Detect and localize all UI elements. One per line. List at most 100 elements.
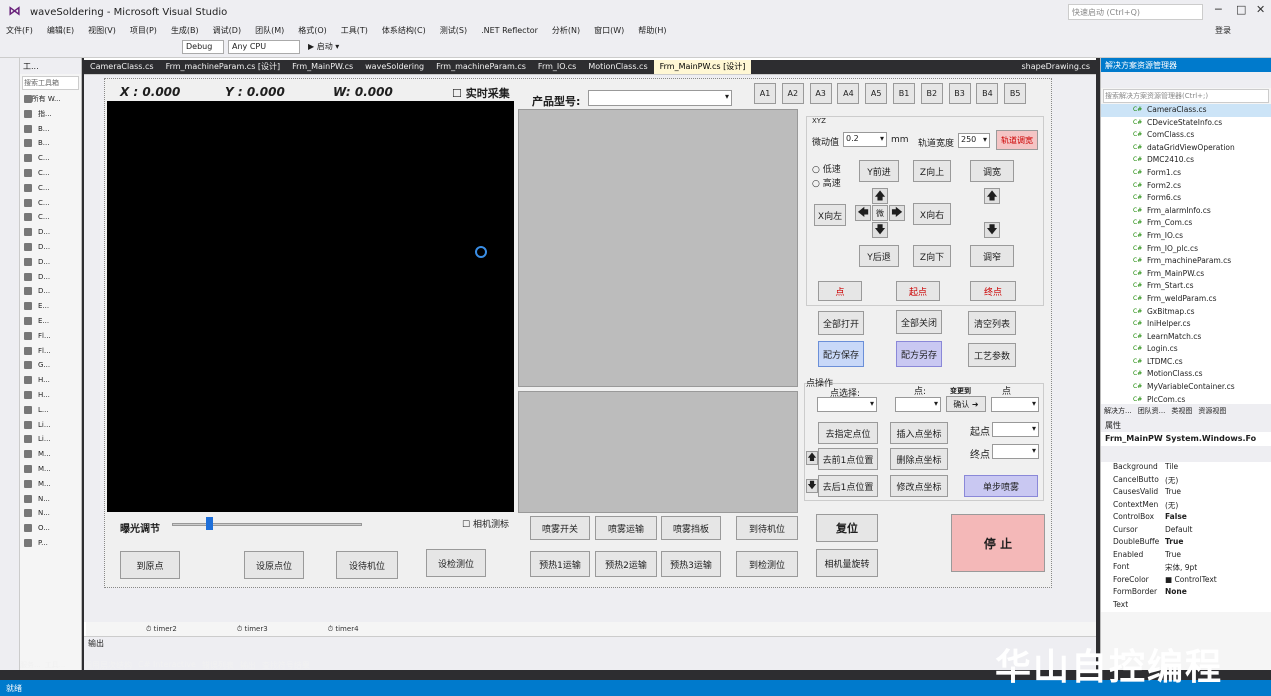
solution-file-item[interactable]: CDeviceStateInfo.cs bbox=[1101, 117, 1271, 130]
toolbox-item[interactable]: 指... bbox=[20, 107, 81, 122]
toolbox-item[interactable]: D... bbox=[20, 225, 81, 240]
toolbox-item[interactable]: H... bbox=[20, 373, 81, 388]
toolbox-item[interactable]: H... bbox=[20, 388, 81, 403]
property-value[interactable]: (无) bbox=[1165, 500, 1271, 513]
point-select-combo[interactable] bbox=[817, 397, 877, 412]
menu-item[interactable]: 格式(O) bbox=[298, 24, 327, 38]
property-row[interactable]: DoubleBuffe True bbox=[1101, 537, 1271, 550]
x-left-button[interactable]: X向左 bbox=[814, 204, 846, 226]
down-arrow-icon[interactable]: 🡇 bbox=[806, 479, 818, 493]
ab-select-button[interactable]: B4 bbox=[976, 83, 999, 104]
toolbox-item[interactable]: Li... bbox=[20, 432, 81, 447]
narrow-arrow-down-icon[interactable]: 🡇 bbox=[984, 222, 1000, 238]
property-value[interactable]: None bbox=[1165, 587, 1271, 600]
end-point-button[interactable]: 终点 bbox=[970, 281, 1016, 301]
toolbox-item[interactable]: N... bbox=[20, 492, 81, 507]
maximize-icon[interactable]: □ bbox=[1236, 3, 1246, 16]
property-row[interactable]: CausesValid True bbox=[1101, 487, 1271, 500]
ab-select-button[interactable]: A3 bbox=[809, 83, 832, 104]
bottom-tab[interactable]: 输出 bbox=[240, 660, 256, 672]
property-value[interactable]: ■ ControlText bbox=[1165, 575, 1271, 588]
toolbox-item[interactable]: D... bbox=[20, 284, 81, 299]
property-value[interactable]: True bbox=[1165, 537, 1271, 550]
toolbox-item[interactable]: M... bbox=[20, 462, 81, 477]
solution-file-item[interactable]: Frm_machineParam.cs bbox=[1101, 255, 1271, 268]
product-combo[interactable] bbox=[588, 90, 732, 106]
toolbox-item[interactable]: D... bbox=[20, 270, 81, 285]
document-tab[interactable]: MotionClass.cs bbox=[582, 60, 653, 74]
exposure-slider-thumb[interactable] bbox=[206, 517, 213, 530]
solution-file-item[interactable]: Frm_Start.cs bbox=[1101, 280, 1271, 293]
solution-file-item[interactable]: MyVariableContainer.cs bbox=[1101, 381, 1271, 394]
toolbox-item[interactable]: E... bbox=[20, 299, 81, 314]
toolbox-item[interactable]: B... bbox=[20, 136, 81, 151]
bottom-tab[interactable]: 查找符号结果 bbox=[262, 660, 310, 672]
property-row[interactable]: ForeColor ■ ControlText bbox=[1101, 574, 1271, 588]
menu-item[interactable]: 分析(N) bbox=[552, 24, 580, 38]
solution-file-item[interactable]: ComClass.cs bbox=[1101, 129, 1271, 142]
server-explorer-tab[interactable]: 服务... bbox=[20, 660, 41, 672]
preheat1-transport-button[interactable]: 预热1运输 bbox=[530, 551, 590, 577]
point-combo[interactable] bbox=[895, 397, 941, 412]
menu-item[interactable]: 视图(V) bbox=[88, 24, 116, 38]
y-forward-button[interactable]: Y前进 bbox=[859, 160, 899, 182]
solution-file-item[interactable]: Frm_alarmInfo.cs bbox=[1101, 205, 1271, 218]
document-tab[interactable]: waveSoldering bbox=[359, 60, 430, 74]
property-row[interactable]: Enabled True bbox=[1101, 549, 1271, 562]
solution-file-item[interactable]: dataGridViewOperation bbox=[1101, 142, 1271, 155]
speed-high-radio[interactable]: ○ 高速 bbox=[812, 176, 841, 189]
property-value[interactable]: Tile bbox=[1165, 462, 1271, 475]
solution-file-item[interactable]: DMC2410.cs bbox=[1101, 154, 1271, 167]
preheat2-transport-button[interactable]: 预热2运输 bbox=[595, 551, 657, 577]
property-row[interactable]: FormBorder None bbox=[1101, 587, 1271, 600]
toolbox-item[interactable]: O... bbox=[20, 521, 81, 536]
arrow-left-icon[interactable]: 🡄 bbox=[855, 205, 871, 221]
set-home-button[interactable]: 设原点位 bbox=[244, 551, 304, 579]
exposure-slider-track[interactable] bbox=[172, 523, 362, 526]
solution-file-item[interactable]: LTDMC.cs bbox=[1101, 356, 1271, 369]
start-button[interactable]: ▶ 启动 ▾ bbox=[305, 40, 345, 54]
save-recipe-as-button[interactable]: 配方另存 bbox=[896, 341, 942, 367]
document-tab[interactable]: shapeDrawing.cs bbox=[1015, 60, 1096, 74]
solution-file-item[interactable]: Form2.cs bbox=[1101, 180, 1271, 193]
solution-file-item[interactable]: Frm_MainPW.cs bbox=[1101, 268, 1271, 281]
bottom-tab[interactable]: 错误列表 bbox=[202, 660, 234, 672]
next-point-button[interactable]: 去后1点位置 bbox=[818, 475, 878, 497]
toolbox-item[interactable]: E... bbox=[20, 314, 81, 329]
quick-launch-input[interactable]: 快速启动 (Ctrl+Q) bbox=[1068, 4, 1203, 20]
toolbox-item[interactable]: C... bbox=[20, 151, 81, 166]
properties-object-combo[interactable]: Frm_MainPW System.Windows.Fo bbox=[1101, 432, 1271, 446]
y-back-button[interactable]: Y后退 bbox=[859, 245, 899, 267]
property-row[interactable]: ContextMen (无) bbox=[1101, 499, 1271, 513]
property-value[interactable]: True bbox=[1165, 487, 1271, 500]
property-value[interactable]: (无) bbox=[1165, 475, 1271, 488]
menu-item[interactable]: .NET Reflector bbox=[481, 24, 538, 38]
menu-item[interactable]: 项目(P) bbox=[130, 24, 157, 38]
solution-tab[interactable]: 团队资... bbox=[1135, 404, 1169, 418]
toolbox-tab[interactable]: 工具... bbox=[45, 660, 66, 672]
preheat3-transport-button[interactable]: 预热3运输 bbox=[661, 551, 721, 577]
toolbox-item[interactable]: D... bbox=[20, 255, 81, 270]
property-row[interactable]: CancelButto (无) bbox=[1101, 474, 1271, 488]
ab-select-button[interactable]: A5 bbox=[865, 83, 888, 104]
ab-select-button[interactable]: B2 bbox=[920, 83, 943, 104]
camera-rotate-button[interactable]: 相机量旋转 bbox=[816, 549, 878, 577]
menu-item[interactable]: 窗口(W) bbox=[594, 24, 624, 38]
solution-file-item[interactable]: Frm_weldParam.cs bbox=[1101, 293, 1271, 306]
solution-file-item[interactable]: LearnMatch.cs bbox=[1101, 331, 1271, 344]
solution-tab[interactable]: 解决方... bbox=[1101, 404, 1135, 418]
toolbox-item[interactable]: P... bbox=[20, 536, 81, 551]
property-row[interactable]: Cursor Default bbox=[1101, 524, 1271, 537]
prev-point-button[interactable]: 去前1点位置 bbox=[818, 448, 878, 470]
goto-inspect-button[interactable]: 到检测位 bbox=[736, 551, 798, 577]
menu-item[interactable]: 帮助(H) bbox=[638, 24, 666, 38]
login-link[interactable]: 登录 bbox=[1215, 24, 1231, 38]
document-tab[interactable]: Frm_machineParam.cs bbox=[430, 60, 532, 74]
speed-low-radio[interactable]: ○ 低速 bbox=[812, 162, 841, 175]
arrow-down-icon[interactable]: 🡇 bbox=[872, 222, 888, 238]
toolbox-item[interactable]: Li... bbox=[20, 418, 81, 433]
track-adjust-button[interactable]: 轨道调宽 bbox=[996, 130, 1038, 150]
toolbox-search-input[interactable]: 搜索工具箱 bbox=[22, 76, 79, 90]
open-all-button[interactable]: 全部打开 bbox=[818, 311, 864, 335]
document-tab[interactable]: Frm_MainPW.cs [设计] bbox=[653, 60, 752, 74]
